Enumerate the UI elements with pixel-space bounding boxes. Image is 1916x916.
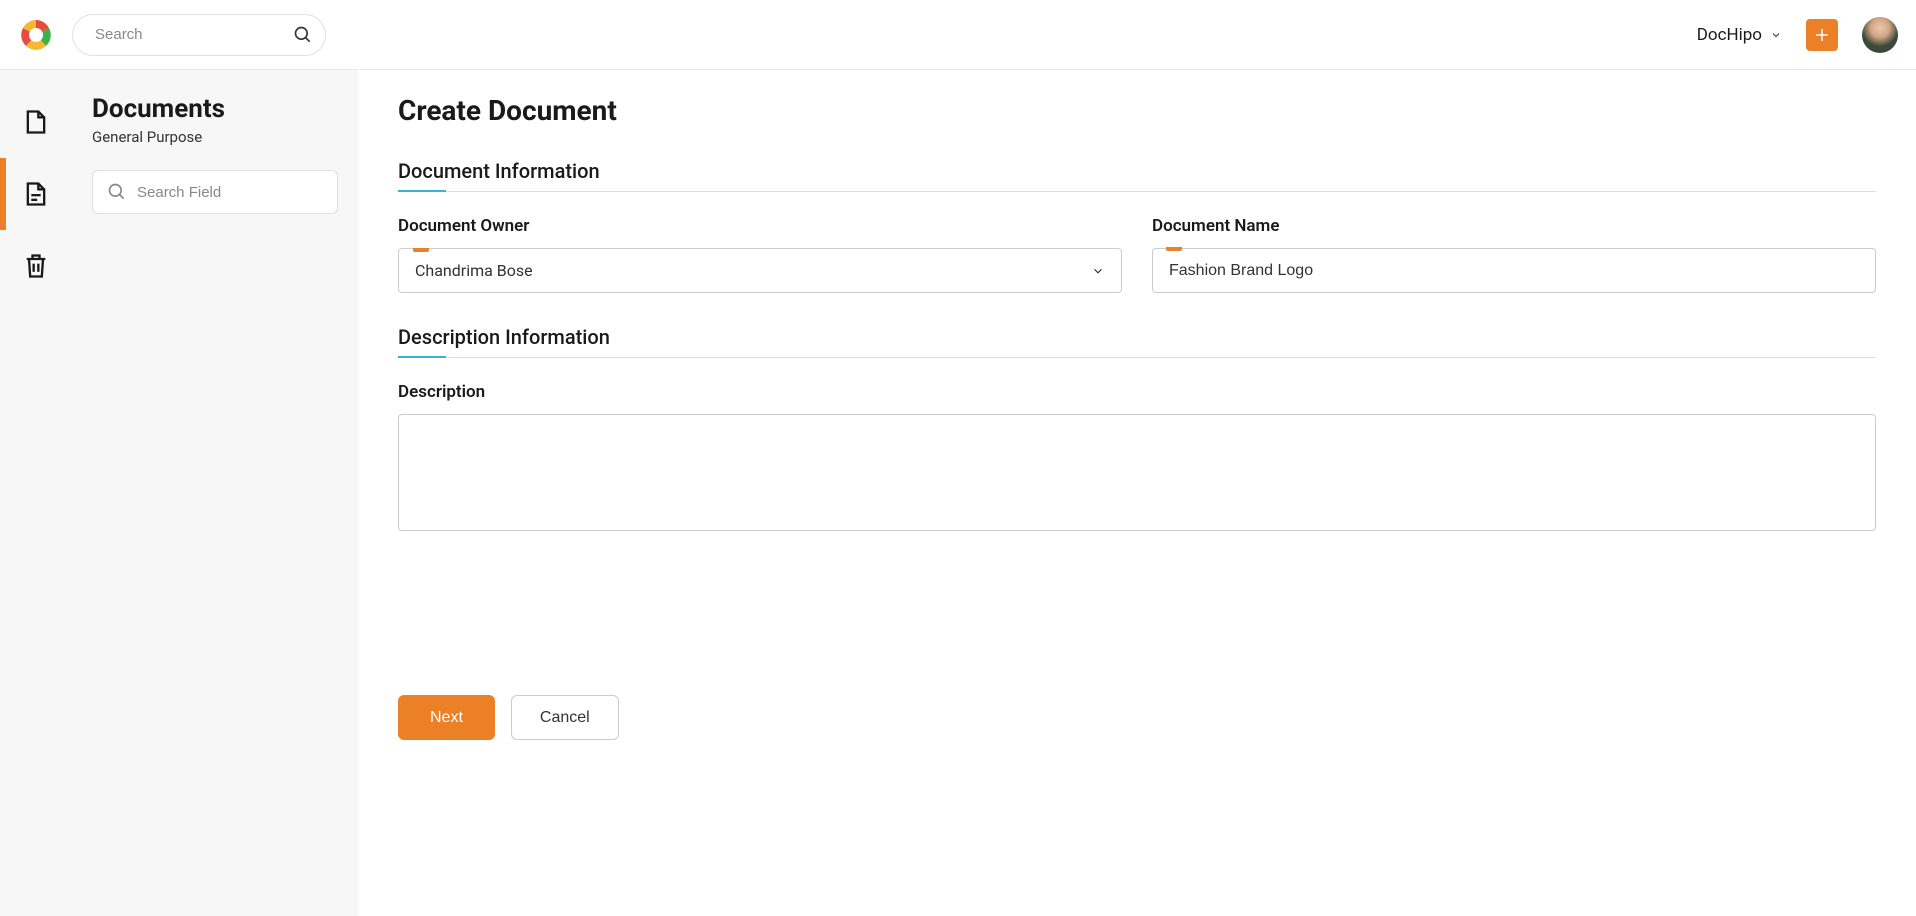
nav-rail [0,70,72,916]
owner-value: Chandrima Bose [415,261,533,280]
nav-item-document-text[interactable] [0,158,72,230]
org-selector[interactable]: DocHipo [1697,25,1782,45]
cancel-button[interactable]: Cancel [511,695,619,740]
sidebar-title: Documents [92,94,338,124]
body-container: Documents General Purpose Create Documen… [0,70,1916,916]
description-label: Description [398,382,1876,402]
sidebar-subtitle: General Purpose [92,128,338,146]
button-row: Next Cancel [398,695,1876,740]
trash-icon [22,252,50,280]
sidebar-search[interactable] [92,170,338,214]
header-right: DocHipo [1697,17,1898,53]
form-row-desc: Description [398,382,1876,535]
nav-item-document[interactable] [0,86,72,158]
nav-item-trash[interactable] [0,230,72,302]
global-search[interactable] [72,14,326,56]
header: DocHipo [0,0,1916,70]
header-left [18,14,326,56]
page-title: Create Document [398,94,1876,127]
next-button[interactable]: Next [398,695,495,740]
section-description-info: Description Information [398,325,1876,358]
form-group-description: Description [398,382,1876,535]
owner-select[interactable]: Chandrima Bose [398,248,1122,293]
form-group-name: Document Name [1152,216,1876,293]
form-group-owner: Document Owner Chandrima Bose [398,216,1122,293]
add-button[interactable] [1806,19,1838,51]
description-textarea[interactable] [398,414,1876,531]
owner-label: Document Owner [398,216,1122,236]
document-text-icon [22,180,50,208]
app-logo[interactable] [18,17,54,53]
side-panel: Documents General Purpose [72,70,358,916]
user-avatar[interactable] [1862,17,1898,53]
plus-icon [1813,26,1831,44]
name-input[interactable] [1152,248,1876,293]
search-icon [293,25,313,45]
org-name: DocHipo [1697,25,1762,45]
sidebar-search-input[interactable] [137,184,317,201]
main-content: Create Document Document Information Doc… [358,70,1916,916]
search-icon [107,182,127,202]
section-document-info: Document Information [398,159,1876,192]
form-row-info: Document Owner Chandrima Bose Document N… [398,216,1876,293]
document-icon [22,108,50,136]
name-label: Document Name [1152,216,1876,236]
global-search-input[interactable] [95,26,285,43]
chevron-down-icon [1770,29,1782,41]
chevron-down-icon [1091,264,1105,278]
